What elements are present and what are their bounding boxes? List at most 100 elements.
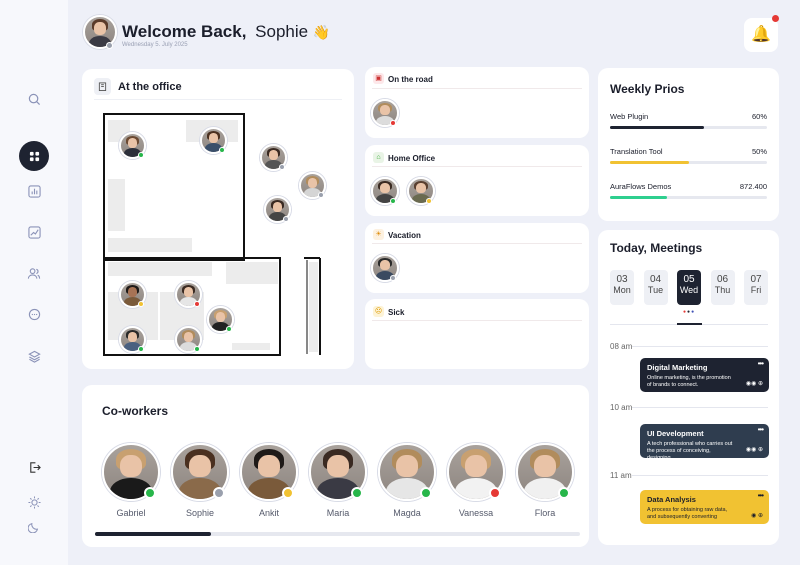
prios-title: Weekly Prios [610, 82, 685, 96]
status-dot [420, 487, 432, 499]
user-name: Sophie [255, 22, 309, 41]
prio-value: 872.400 [739, 182, 767, 191]
status-dot [426, 198, 432, 204]
event-ui-development[interactable]: UI Development A tech professional who c… [640, 424, 769, 461]
moon-icon[interactable] [20, 513, 48, 541]
vacation-icon: ☀ [373, 229, 384, 240]
desk [108, 179, 125, 231]
coworkers-scrollbar[interactable] [95, 532, 580, 536]
coworker-name: Magda [393, 508, 421, 518]
road-icon: ▣ [373, 73, 384, 84]
more-icon[interactable]: ••• [758, 491, 764, 500]
event-digital-marketing[interactable]: Digital Marketing Online marketing, is t… [640, 358, 769, 392]
desk [226, 262, 278, 284]
sick-icon: ☹ [373, 306, 384, 317]
day-tue[interactable]: 04 Tue [643, 270, 668, 305]
status-dot [138, 346, 144, 352]
status-dot [390, 275, 396, 281]
dashboard-icon[interactable] [19, 141, 49, 171]
greeting-text: Welcome Back, [122, 22, 247, 41]
time-label: 11 am [610, 471, 632, 480]
prio-value: 50% [751, 147, 767, 156]
layers-icon[interactable] [20, 342, 48, 370]
day-underline [677, 323, 702, 325]
event-title: Data Analysis [647, 495, 696, 504]
home-office-title: Home Office [388, 154, 436, 163]
vacation-title: Vacation [388, 231, 421, 240]
status-dot [558, 487, 570, 499]
desk [309, 262, 318, 352]
status-dot [489, 487, 501, 499]
status-dot [279, 164, 285, 170]
status-dot [282, 487, 294, 499]
status-dot [144, 487, 156, 499]
chat-icon[interactable] [20, 300, 48, 328]
status-dot [283, 216, 289, 222]
coworker-name: Gabriel [116, 508, 146, 518]
status-dot [226, 326, 232, 332]
coworker-name: Sophie [185, 508, 215, 518]
logout-icon[interactable] [20, 453, 48, 481]
prio-progress-bar [610, 161, 767, 164]
header-date: Wednesday 5. July 2025 [122, 42, 188, 48]
time-line [632, 475, 768, 476]
event-dots: ●●● [683, 309, 696, 315]
divider [94, 99, 342, 100]
trend-icon[interactable] [20, 218, 48, 246]
scrollbar-thumb[interactable] [95, 532, 212, 536]
status-dot [138, 152, 144, 158]
day-fri[interactable]: 07 Fri [744, 270, 768, 305]
user-status-dot [106, 42, 113, 49]
sick-title: Sick [388, 308, 405, 317]
chart-icon[interactable] [20, 177, 48, 205]
event-attendees: ◉ ⊕ [751, 513, 763, 519]
event-title: UI Development [647, 429, 704, 438]
search-icon[interactable] [20, 85, 48, 113]
time-label: 10 am [610, 403, 633, 412]
notification-button[interactable]: 🔔 [744, 18, 778, 52]
time-line [632, 407, 768, 408]
office-title: At the office [118, 81, 182, 93]
day-mon[interactable]: 03 Mon [610, 270, 634, 305]
prio-label: Web Plugin [610, 112, 649, 121]
event-attendees: ◉◉ ⊕ [745, 447, 763, 453]
status-dot [194, 301, 200, 307]
event-description: A tech professional who carries out the … [647, 441, 733, 461]
event-description: A process for obtaining raw data, and su… [647, 507, 728, 520]
coworkers-title: Co-workers [102, 404, 169, 418]
prio-progress-fill [610, 161, 689, 164]
on-the-road-title: On the road [388, 75, 433, 84]
status-dot [351, 487, 363, 499]
more-icon[interactable]: ••• [758, 425, 764, 434]
status-dot [219, 147, 225, 153]
event-data-analysis[interactable]: Data Analysis A process for obtaining ra… [640, 490, 769, 524]
prio-progress-bar [610, 126, 767, 129]
prio-label: AuraFlows Demos [610, 182, 672, 191]
coworker-name: Ankit [258, 508, 279, 518]
divider [372, 243, 582, 244]
desk [108, 262, 212, 276]
notification-dot [772, 15, 779, 22]
prio-value: 60% [751, 112, 767, 121]
coworker-name: Flora [534, 508, 556, 518]
event-attendees: ◉◉ ⊕ [745, 381, 763, 387]
prio-progress-fill [610, 126, 705, 129]
wave-icon: 👋 [312, 24, 331, 40]
day-wed[interactable]: 05 Wed [677, 270, 701, 305]
prio-label: Translation Tool [610, 147, 663, 156]
status-dot [390, 120, 396, 126]
desk [108, 238, 192, 252]
event-description: Online marketing, is the promotion of br… [647, 375, 731, 388]
users-icon[interactable] [20, 259, 48, 287]
coworker-name: Maria [326, 508, 350, 518]
prio-progress-bar [610, 196, 767, 199]
status-dot [318, 192, 324, 198]
home-icon: ⌂ [373, 152, 384, 163]
divider [372, 88, 582, 89]
coworker-name: Vanessa [458, 508, 494, 518]
event-title: Digital Marketing [647, 363, 708, 372]
sun-icon[interactable] [20, 488, 48, 516]
desk [232, 343, 270, 350]
day-thu[interactable]: 06 Thu [710, 270, 735, 305]
more-icon[interactable]: ••• [758, 359, 764, 368]
